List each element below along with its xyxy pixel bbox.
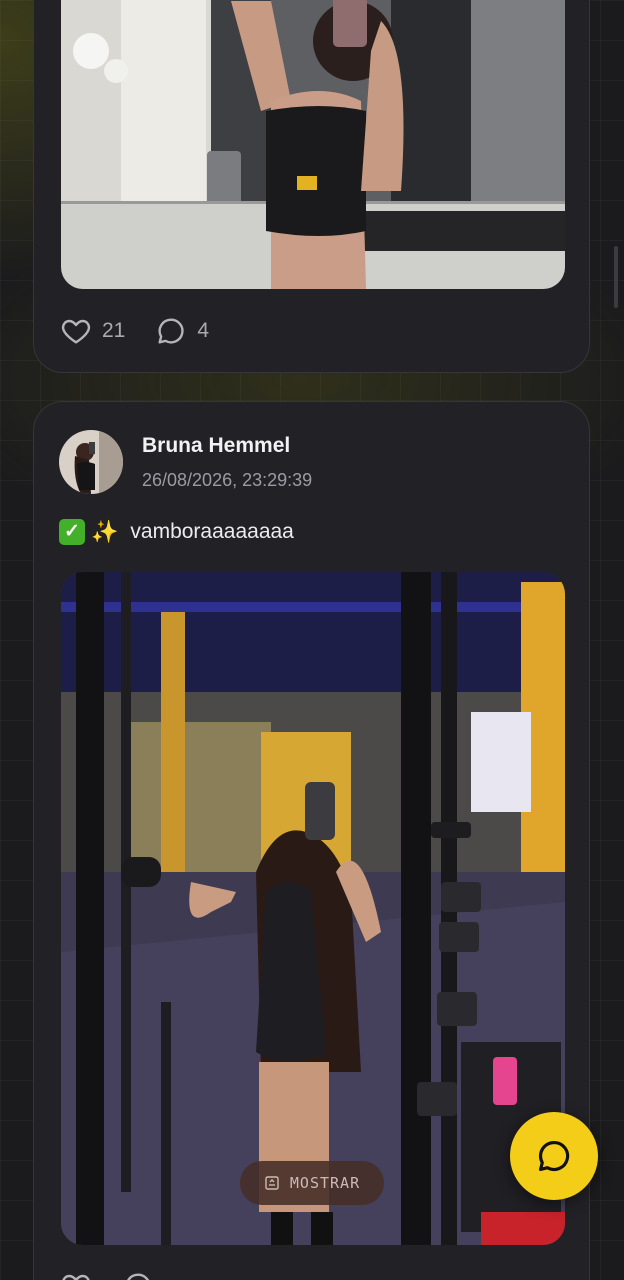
like-count: 21 [102,319,126,342]
reveal-label: MOSTRAR [289,1174,361,1192]
comment-icon [127,1273,150,1280]
chat-bubble-icon [538,1140,570,1172]
scrollbar-thumb[interactable] [614,246,618,308]
like-button[interactable] [60,1270,92,1280]
author-name[interactable]: Bruna Hemmel [142,434,312,458]
like-button[interactable]: 21 [60,315,125,347]
comment-icon [158,318,184,344]
comment-button[interactable]: 4 [155,315,209,347]
gym-mirror-selfie-photo [61,572,565,1245]
comment-button[interactable] [122,1270,154,1280]
sparkles-icon: ✨ [91,519,119,544]
post-caption: ✓ ✨ vamboraaaaaaaa [59,519,294,545]
check-mark-icon: ✓ [59,519,85,545]
heart-icon [61,319,91,344]
post-header: Bruna Hemmel 26/08/2026, 23:29:39 [59,430,312,494]
comment-count: 4 [197,319,210,342]
post-card: Bruna Hemmel 26/08/2026, 23:29:39 ✓ ✨ va… [33,401,590,1280]
avatar[interactable] [59,430,123,494]
heart-icon [62,1274,90,1280]
chat-button[interactable] [510,1112,598,1200]
post-photo[interactable]: MOSTRAR [61,572,565,1245]
avatar-image [59,430,123,494]
caption-text: vamboraaaaaaaa [130,520,294,543]
post-card: 21 4 [33,0,590,373]
gym-selfie-photo [61,0,565,289]
post-photo[interactable] [61,0,565,289]
image-icon [265,1176,279,1190]
post-timestamp: 26/08/2026, 23:29:39 [142,469,313,490]
reveal-button[interactable]: MOSTRAR [240,1161,384,1205]
